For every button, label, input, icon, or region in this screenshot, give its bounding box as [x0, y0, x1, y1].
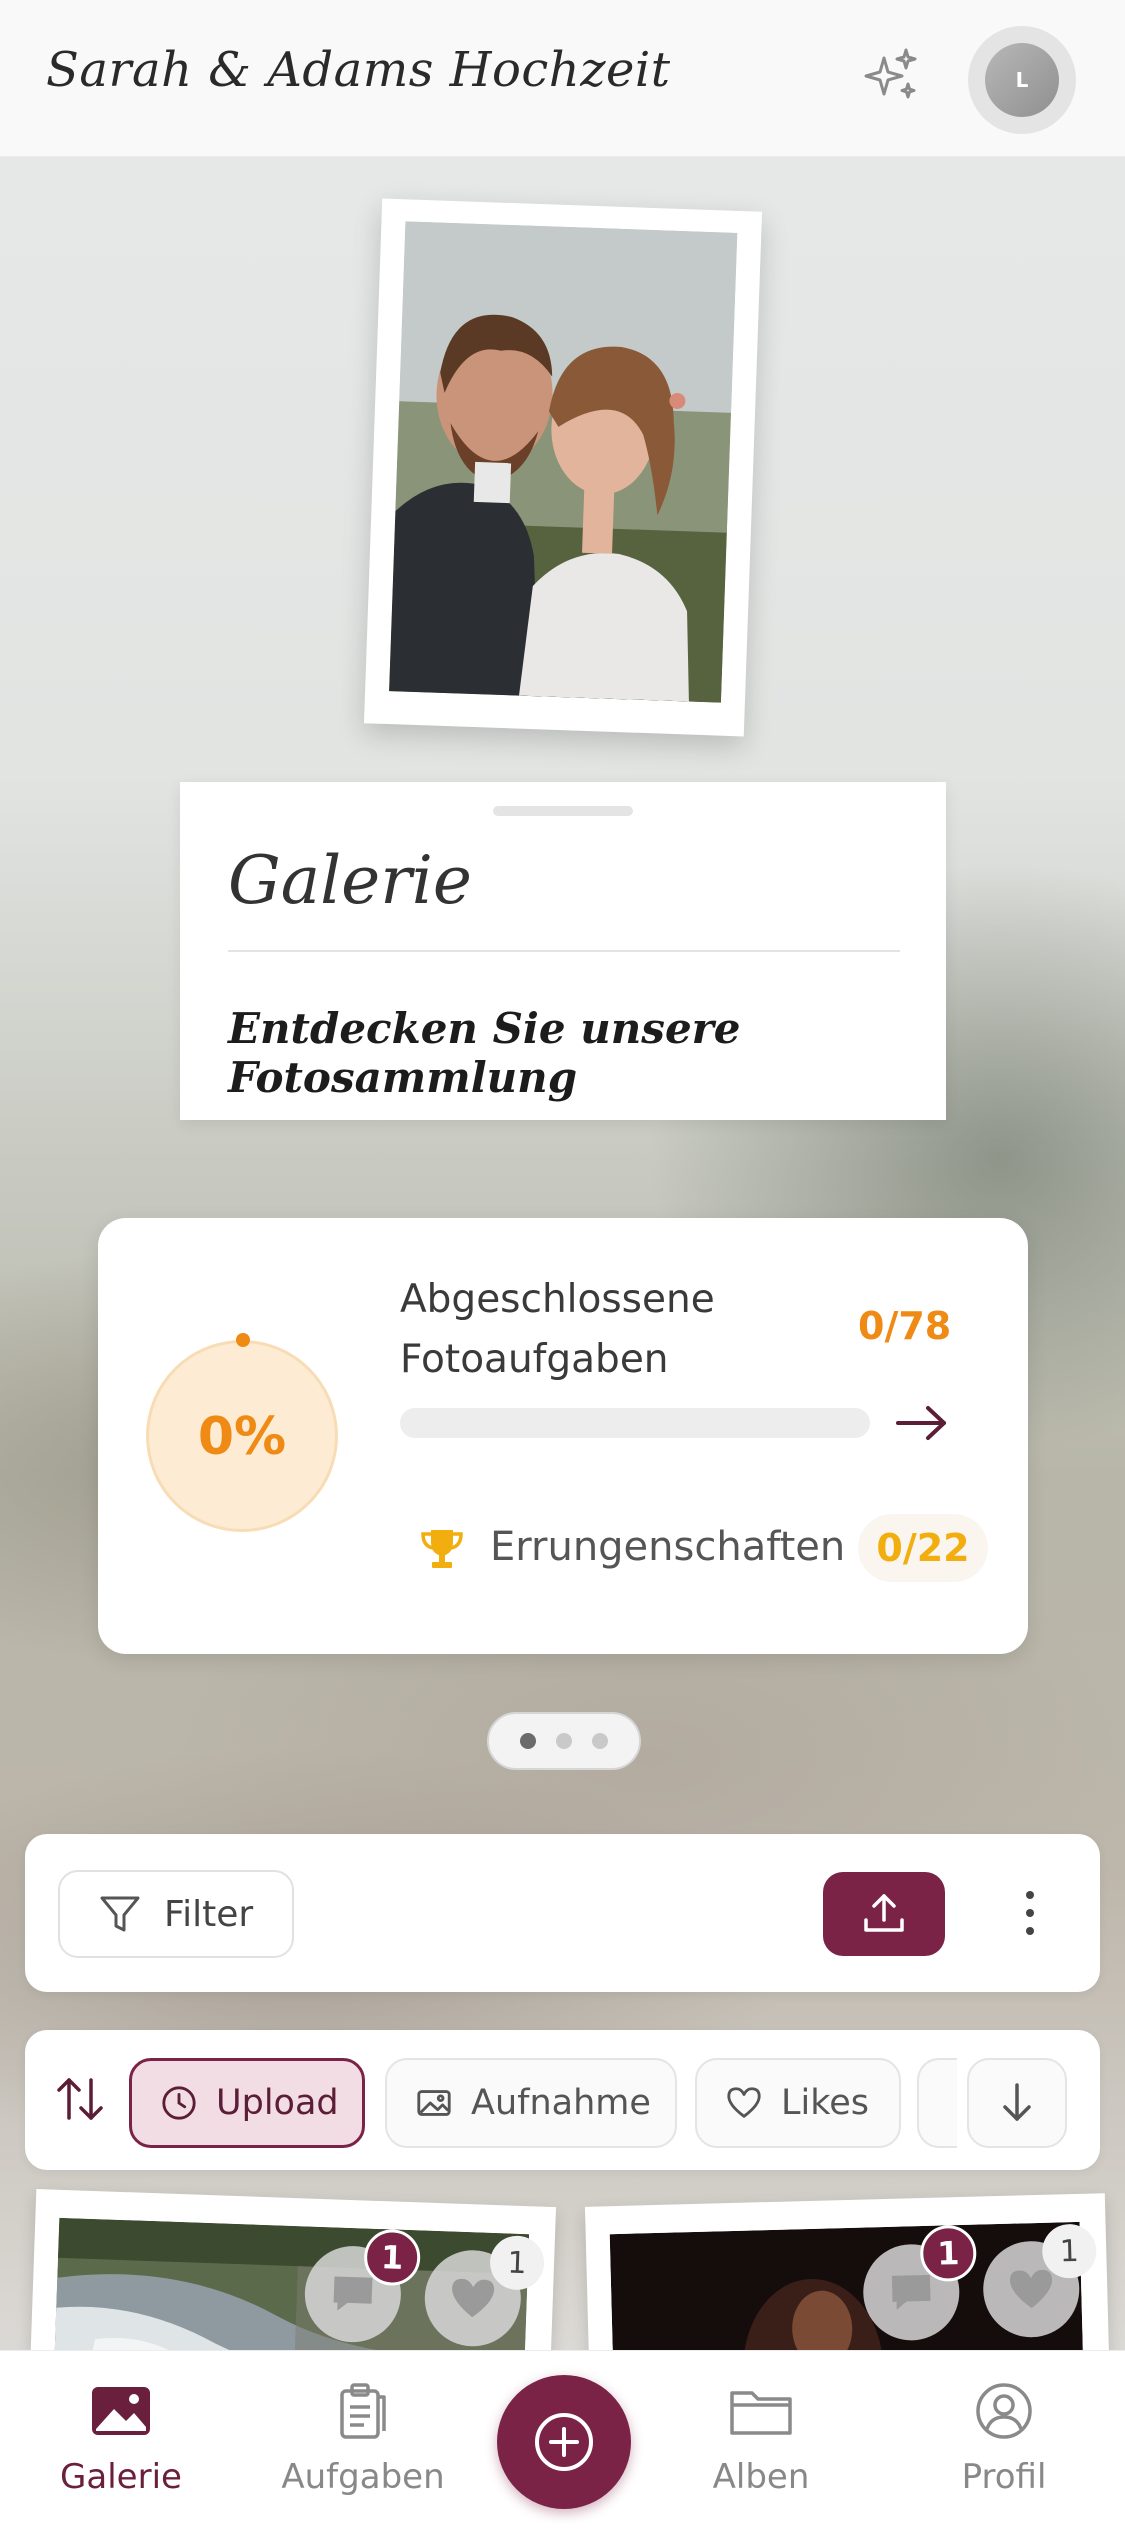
- dot: [1026, 1891, 1034, 1899]
- scroll-down-button[interactable]: [967, 2058, 1067, 2148]
- more-options-button[interactable]: [1005, 1880, 1055, 1946]
- nav-label: Alben: [712, 2457, 810, 2497]
- achievements-label: Errungenschaften: [490, 1524, 846, 1570]
- achievements-count-badge: 0/22: [858, 1514, 988, 1582]
- nav-item-alben[interactable]: Alben: [661, 2379, 861, 2519]
- heart-icon: [1010, 2269, 1053, 2309]
- filter-icon: [100, 1896, 140, 1932]
- sort-order-toggle[interactable]: [55, 2072, 105, 2126]
- sort-chip-label: Upload: [216, 2083, 339, 2123]
- pagination-dot[interactable]: [556, 1733, 572, 1749]
- filter-label: Filter: [164, 1893, 254, 1935]
- heart-icon: [452, 2278, 495, 2318]
- user-circle-icon: [976, 2383, 1032, 2439]
- arrow-down-icon: [1003, 2083, 1031, 2121]
- progress-percent: 0%: [197, 1407, 287, 1467]
- nav-item-galerie[interactable]: Galerie: [21, 2379, 221, 2519]
- nav-label: Profil: [961, 2457, 1047, 2497]
- likes-count-badge: 1: [1041, 2223, 1097, 2279]
- gallery-icon: [92, 2387, 150, 2435]
- image-icon: [417, 2090, 451, 2116]
- plus-circle-icon: [535, 2413, 593, 2471]
- sort-chip-aufnahme[interactable]: Aufnahme: [385, 2058, 677, 2148]
- app-title: Sarah & Adams Hochzeit: [46, 42, 671, 98]
- progress-ring-marker: [236, 1333, 250, 1347]
- pagination-dot[interactable]: [520, 1733, 536, 1749]
- progress-ring: 0%: [146, 1333, 338, 1532]
- divider: [228, 950, 900, 952]
- section-header-card: Galerie Entdecken Sie unsere Fotosammlun…: [180, 782, 946, 1120]
- upload-button[interactable]: [823, 1872, 945, 1956]
- sort-chip-likes[interactable]: Likes: [695, 2058, 901, 2148]
- photo-tasks-progress-card[interactable]: 0% Abgeschlossene Fotoaufgaben 0/78 Erru…: [98, 1218, 1028, 1654]
- bottom-navigation: Galerie Aufgaben Alben Profil: [0, 2350, 1125, 2532]
- page-title: Galerie: [228, 842, 472, 919]
- drag-handle[interactable]: [493, 806, 633, 816]
- nav-label: Aufgaben: [281, 2457, 445, 2497]
- filter-button[interactable]: Filter: [58, 1870, 294, 1958]
- pagination-dot[interactable]: [592, 1733, 608, 1749]
- folder-icon: [730, 2391, 792, 2435]
- upload-icon: [864, 1894, 904, 1932]
- top-app-bar: Sarah & Adams Hochzeit L: [0, 0, 1125, 157]
- sort-chip-label: Likes: [781, 2083, 870, 2123]
- sort-chip-label: Aufnahme: [471, 2083, 651, 2123]
- nav-item-profil[interactable]: Profil: [904, 2379, 1104, 2519]
- sort-arrows-icon: [57, 2078, 103, 2120]
- sort-bar: Upload Aufnahme Likes: [25, 2030, 1100, 2170]
- clock-icon: [162, 2086, 196, 2120]
- nav-item-aufgaben[interactable]: Aufgaben: [263, 2379, 463, 2519]
- add-photo-button[interactable]: [497, 2375, 631, 2509]
- profile-avatar-button[interactable]: L: [968, 26, 1076, 134]
- clipboard-icon: [340, 2383, 386, 2439]
- dot: [1026, 1927, 1034, 1935]
- progress-bar: [400, 1408, 870, 1438]
- couple-photo: [389, 221, 738, 703]
- avatar: L: [985, 43, 1059, 117]
- likes-count-badge: 1: [489, 2234, 545, 2291]
- sparkles-icon[interactable]: [858, 44, 924, 110]
- carousel-pagination[interactable]: [487, 1712, 641, 1770]
- arrow-right-icon[interactable]: [892, 1396, 952, 1450]
- trophy-icon: [420, 1526, 464, 1570]
- progress-count: 0/78: [858, 1304, 952, 1348]
- sort-chip-upload[interactable]: Upload: [129, 2058, 365, 2148]
- page-subtitle: Entdecken Sie unsere Fotosammlung: [228, 1004, 741, 1102]
- cover-polaroid: [363, 198, 763, 737]
- heart-icon: [727, 2087, 761, 2118]
- sort-chip-overflow[interactable]: [917, 2058, 957, 2148]
- gallery-toolbar: Filter: [25, 1834, 1100, 1992]
- dot: [1026, 1909, 1034, 1917]
- progress-label: Abgeschlossene Fotoaufgaben: [400, 1277, 715, 1382]
- nav-label: Galerie: [60, 2457, 182, 2497]
